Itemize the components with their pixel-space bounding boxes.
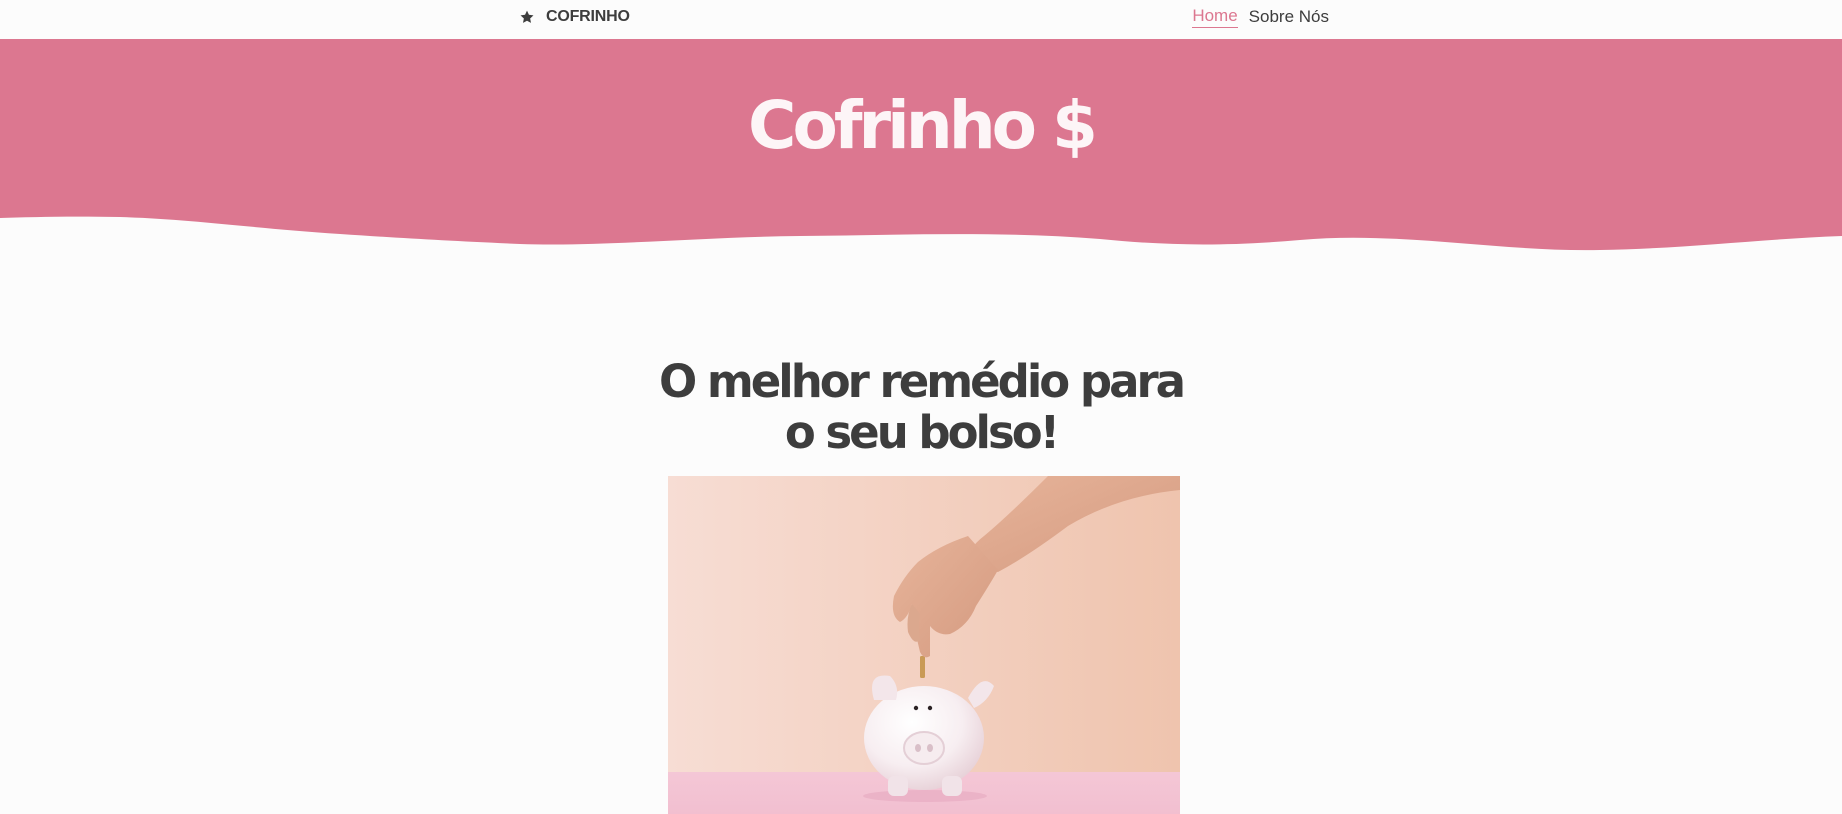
hero-banner: Cofrinho $ [0, 39, 1842, 259]
piggy-bank-image [668, 476, 1180, 814]
main-headline: O melhor remédio para o seu bolso! [0, 356, 1842, 458]
headline-line-1: O melhor remédio para [658, 355, 1186, 408]
brand-name: COFRINHO [546, 8, 630, 25]
nav-links: Home Sobre Nós [1192, 6, 1329, 28]
hero-title: Cofrinho $ [748, 87, 1098, 164]
page: COFRINHO Home Sobre Nós Cofrinho $ O mel… [0, 0, 1842, 814]
nav-link-home[interactable]: Home [1192, 6, 1238, 28]
brand-link[interactable]: COFRINHO [518, 6, 630, 28]
nav-link-sobre-nos[interactable]: Sobre Nós [1249, 7, 1329, 28]
headline-line-2: o seu bolso! [784, 406, 1060, 459]
top-navigation: COFRINHO Home Sobre Nós [0, 0, 1842, 39]
star-icon [518, 8, 536, 26]
